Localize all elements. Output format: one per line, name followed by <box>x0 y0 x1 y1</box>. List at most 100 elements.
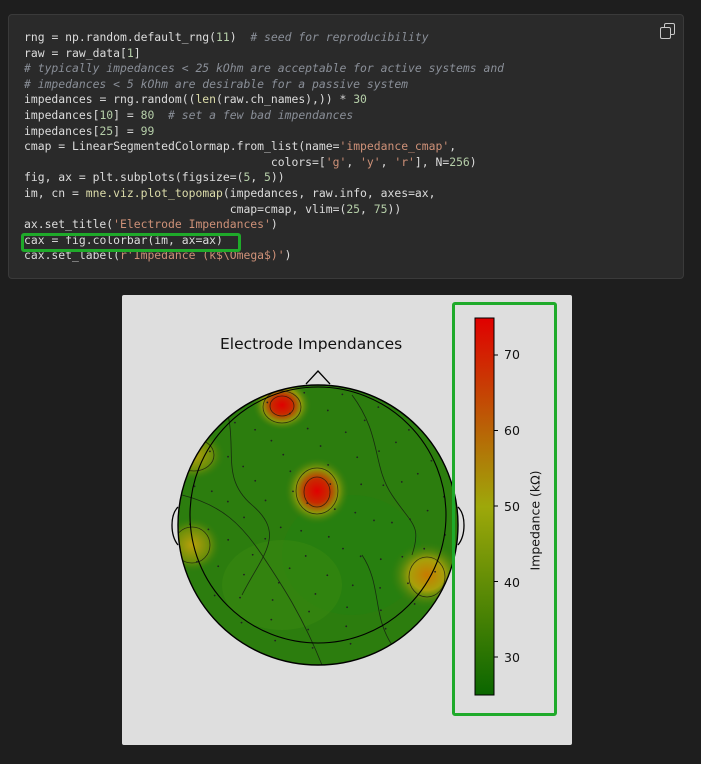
sensor-dot <box>434 570 436 573</box>
topomap-figure: Electrode Impendances 70 60 50 40 30 Imp… <box>122 295 572 745</box>
sensor-dot <box>329 483 332 485</box>
sensor-dot <box>363 419 366 422</box>
sensor-dot <box>423 547 426 550</box>
sensor-dot <box>311 646 314 649</box>
sensor-dot <box>254 428 257 431</box>
sensor-dot <box>239 596 241 599</box>
sensor-dot <box>377 406 380 409</box>
sensor-dot <box>217 565 220 568</box>
sensor-dot <box>426 509 429 512</box>
sensor-dot <box>307 628 310 631</box>
code-line: rng = np.random.default_rng(11) # seed f… <box>24 30 429 44</box>
code-line: impedances[25] = 99 <box>24 123 155 138</box>
code-cell: rng = np.random.default_rng(11) # seed f… <box>8 14 684 279</box>
code-line: raw = raw_data[1] <box>24 45 141 60</box>
sensor-dot <box>288 412 291 415</box>
sensor-dot <box>289 470 292 473</box>
sensor-dot <box>400 481 403 483</box>
sensor-dot <box>408 429 410 431</box>
sensor-dot <box>264 537 267 540</box>
code-line: im, cn = mne.viz.plot_topomap(impedances… <box>24 185 436 200</box>
sensor-dot <box>401 555 404 558</box>
sensor-dot <box>379 558 382 561</box>
code-line: colors=['g', 'y', 'r'], N=256) <box>24 154 477 169</box>
sensor-dot <box>303 391 306 394</box>
sensor-dot <box>373 519 375 522</box>
code-line: impedances[10] = 80 # set a few bad impe… <box>24 107 354 122</box>
sensor-dot <box>354 511 357 514</box>
sensor-dot <box>345 625 348 628</box>
sensor-dot <box>243 573 245 576</box>
code-line: ax.set_title('Electrode Impendances') <box>24 217 278 232</box>
nose-icon <box>305 370 331 385</box>
sensor-dot <box>282 453 285 456</box>
sensor-dot <box>213 594 216 597</box>
sensor-dot <box>395 441 397 444</box>
sensor-dot <box>304 555 307 557</box>
sensor-dot <box>326 409 329 412</box>
sensor-dot <box>270 618 273 621</box>
colorbar-highlight <box>452 302 557 716</box>
sensor-dot <box>319 445 322 447</box>
sensor-dot <box>391 521 393 524</box>
sensor-dot <box>379 609 382 612</box>
sensor-dot <box>306 502 309 505</box>
sensor-dot <box>279 526 282 529</box>
sensor-dot <box>227 538 230 541</box>
sensor-dot <box>254 479 257 482</box>
sensor-dot <box>349 642 352 645</box>
sensor-dot <box>271 599 274 601</box>
sensor-dot <box>416 472 419 475</box>
sensor-dot <box>288 567 291 570</box>
sensor-dot <box>409 518 411 521</box>
sensor-dot <box>346 606 348 609</box>
sensor-dot <box>384 627 387 630</box>
sensor-dot <box>326 574 329 577</box>
sensor-dot <box>270 439 273 442</box>
sensor-dot <box>327 464 330 466</box>
sensor-dot <box>341 393 344 396</box>
sensor-dot <box>327 535 330 538</box>
sensor-dot <box>379 586 381 589</box>
sensor-dot <box>243 516 245 519</box>
code-line: # typically impedances < 25 kOhm are acc… <box>24 61 505 76</box>
sensor-dot <box>240 621 243 624</box>
sensor-dot <box>210 490 213 493</box>
sensor-dot <box>382 484 385 487</box>
code-line: cmap = LinearSegmentedColormap.from_list… <box>24 139 457 154</box>
sensor-dot <box>378 450 380 453</box>
sensor-dot <box>227 455 229 458</box>
left-ear-icon <box>171 506 179 546</box>
code-line: cmap=cmap, vlim=(25, 75)) <box>24 201 402 216</box>
sensor-dot <box>356 456 359 459</box>
sensor-dot <box>266 401 269 404</box>
sensor-dot <box>308 610 310 613</box>
code-line: # impedances < 5 kOhm are desirable for … <box>24 76 409 91</box>
sensor-dot <box>277 581 280 584</box>
sensor-dot <box>292 490 294 493</box>
sensor-dot <box>351 584 354 587</box>
sensor-dot <box>359 555 362 558</box>
sensor-dot <box>342 547 344 550</box>
sensor-dot <box>196 560 198 563</box>
sensor-dot <box>430 459 433 462</box>
sensor-dot <box>251 553 254 556</box>
sensor-dot <box>306 427 309 430</box>
copy-icon[interactable] <box>659 23 675 39</box>
sensor-dot <box>264 499 267 502</box>
sensor-dot <box>413 603 416 605</box>
sensor-dot <box>234 421 236 424</box>
code-line: fig, ax = plt.subplots(figsize=(5, 5)) <box>24 170 285 185</box>
sensor-dot <box>314 593 317 595</box>
code-line: impedances = rng.random((len(raw.ch_name… <box>24 92 367 107</box>
sensor-dot <box>300 529 303 532</box>
sensor-dot <box>209 450 211 453</box>
sensor-dot <box>344 431 347 434</box>
sensor-dot <box>333 508 336 511</box>
sensor-dot <box>360 483 363 486</box>
sensor-dot <box>407 582 409 585</box>
sensor-dot <box>226 500 229 503</box>
colorbar-line-highlight <box>21 233 241 252</box>
sensor-dot <box>274 639 277 642</box>
sensor-dot <box>207 528 210 531</box>
